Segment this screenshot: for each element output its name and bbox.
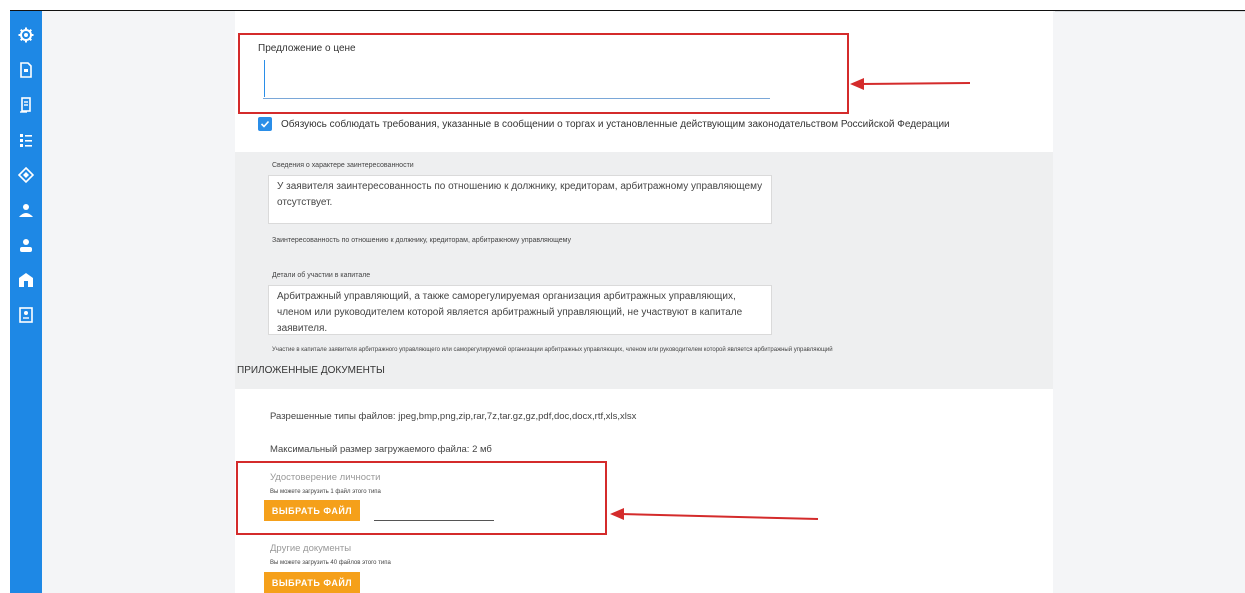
documents-section-title: ПРИЛОЖЕННЫЕ ДОКУМЕНТЫ bbox=[237, 365, 385, 376]
annotation-arrow-price bbox=[850, 78, 971, 90]
agreement-text: Обязуюсь соблюдать требования, указанные… bbox=[281, 119, 950, 130]
capital-label: Детали об участии в капитале bbox=[272, 272, 371, 279]
interest-text: У заявителя заинтересованность по отноше… bbox=[277, 181, 763, 208]
top-divider bbox=[1055, 11, 1245, 12]
list-icon[interactable] bbox=[18, 132, 34, 148]
sidebar bbox=[10, 11, 42, 593]
check-icon bbox=[260, 120, 270, 128]
tender-icon[interactable] bbox=[18, 97, 34, 113]
other-choose-file-button[interactable]: ВЫБРАТЬ ФАЙЛ bbox=[264, 572, 360, 593]
bank-icon[interactable] bbox=[18, 272, 34, 288]
annotation-arrow-identity bbox=[610, 508, 819, 520]
document-icon[interactable] bbox=[18, 62, 34, 78]
capital-textarea[interactable]: Арбитражный управляющий, а также саморег… bbox=[268, 285, 772, 335]
capital-text: Арбитражный управляющий, а также саморег… bbox=[277, 291, 743, 334]
settings-icon[interactable] bbox=[18, 27, 34, 43]
auction-icon[interactable] bbox=[18, 167, 34, 183]
interest-textarea[interactable]: У заявителя заинтересованность по отноше… bbox=[268, 175, 772, 224]
other-docs-title: Другие документы bbox=[270, 543, 352, 554]
other-docs-note: Вы можете загрузить 40 файлов этого типа bbox=[270, 560, 391, 566]
agreement-checkbox[interactable] bbox=[258, 117, 272, 131]
allowed-file-types: Разрешенные типы файлов: jpeg,bmp,png,zi… bbox=[270, 411, 637, 422]
contract-icon[interactable] bbox=[18, 307, 34, 323]
user-icon[interactable] bbox=[18, 237, 34, 253]
bidder-icon[interactable] bbox=[18, 202, 34, 218]
interest-label: Сведения о характере заинтересованности bbox=[272, 162, 414, 169]
annotation-box-price bbox=[238, 33, 849, 114]
capital-hint: Участие в капитале заявителя арбитражног… bbox=[272, 347, 833, 353]
window-top-border bbox=[0, 0, 1245, 11]
annotation-box-identity bbox=[236, 461, 607, 535]
interest-hint: Заинтересованность по отношению к должни… bbox=[272, 237, 572, 244]
max-file-size: Максимальный размер загружаемого файла: … bbox=[270, 444, 492, 455]
